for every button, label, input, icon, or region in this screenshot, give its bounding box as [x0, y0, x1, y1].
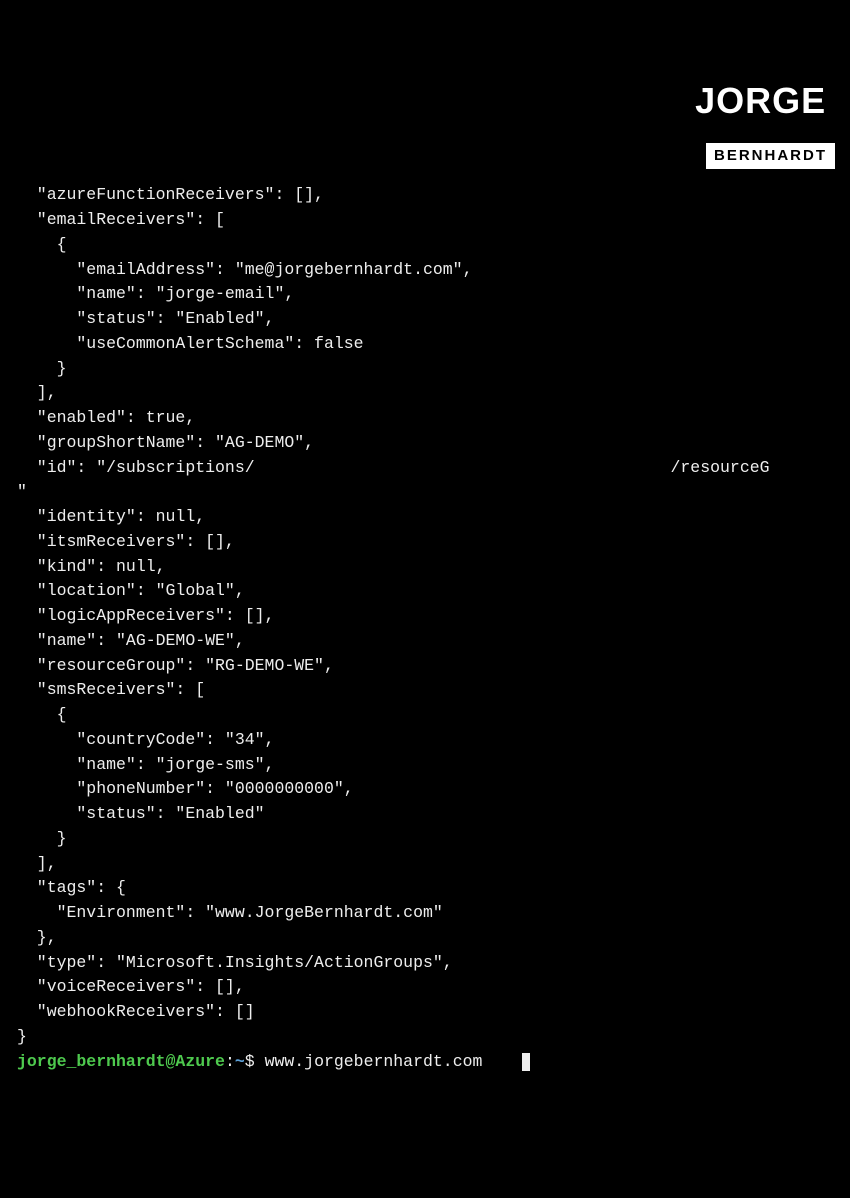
watermark: JORGE BERNHARDT [686, 35, 835, 169]
output-line: } [17, 829, 67, 848]
prompt-user: jorge_bernhardt@Azure [17, 1052, 225, 1071]
output-line: { [17, 235, 67, 254]
output-line: } [17, 359, 67, 378]
output-line: "status": "Enabled" [17, 804, 265, 823]
output-line: "name": "jorge-email", [17, 284, 294, 303]
output-line: "name": "AG-DEMO-WE", [17, 631, 245, 650]
prompt-line[interactable]: jorge_bernhardt@Azure:~$ www.jorgebernha… [17, 1052, 530, 1071]
output-line: } [17, 1027, 27, 1046]
prompt-dollar: $ [245, 1052, 255, 1071]
output-line: { [17, 705, 67, 724]
prompt-path: ~ [235, 1052, 245, 1071]
output-line: ], [17, 854, 57, 873]
output-line: "countryCode": "34", [17, 730, 274, 749]
output-line: "enabled": true, [17, 408, 195, 427]
output-line: "smsReceivers": [ [17, 680, 205, 699]
output-line: "logicAppReceivers": [], [17, 606, 274, 625]
watermark-brand-bottom: BERNHARDT [706, 143, 835, 170]
output-line: "azureFunctionReceivers": [], [17, 185, 324, 204]
terminal-output: "azureFunctionReceivers": [], "emailRece… [5, 159, 845, 1075]
output-line: "webhookReceivers": [] [17, 1002, 255, 1021]
output-line: "useCommonAlertSchema": false [17, 334, 364, 353]
output-line: "resourceGroup": "RG-DEMO-WE", [17, 656, 334, 675]
output-line: "emailAddress": "me@jorgebernhardt.com", [17, 260, 472, 279]
output-line: "kind": null, [17, 557, 166, 576]
output-line: "status": "Enabled", [17, 309, 274, 328]
output-line: " [17, 482, 27, 501]
output-line: "itsmReceivers": [], [17, 532, 235, 551]
prompt-colon: : [225, 1052, 235, 1071]
output-line: "phoneNumber": "0000000000", [17, 779, 354, 798]
output-line: "identity": null, [17, 507, 205, 526]
output-line: ], [17, 383, 57, 402]
output-line: "name": "jorge-sms", [17, 755, 274, 774]
watermark-brand-top: JORGE [686, 85, 835, 117]
output-line: "voiceReceivers": [], [17, 977, 245, 996]
output-line: "Environment": "www.JorgeBernhardt.com" [17, 903, 443, 922]
output-line: "emailReceivers": [ [17, 210, 225, 229]
cursor-icon [522, 1053, 530, 1071]
output-line: "tags": { [17, 878, 126, 897]
output-line: "location": "Global", [17, 581, 245, 600]
output-line: "type": "Microsoft.Insights/ActionGroups… [17, 953, 453, 972]
output-line: }, [17, 928, 57, 947]
prompt-command[interactable]: www.jorgebernhardt.com [265, 1052, 483, 1071]
output-line: "id": "/subscriptions/ /resourceG [17, 458, 770, 477]
output-line: "groupShortName": "AG-DEMO", [17, 433, 314, 452]
